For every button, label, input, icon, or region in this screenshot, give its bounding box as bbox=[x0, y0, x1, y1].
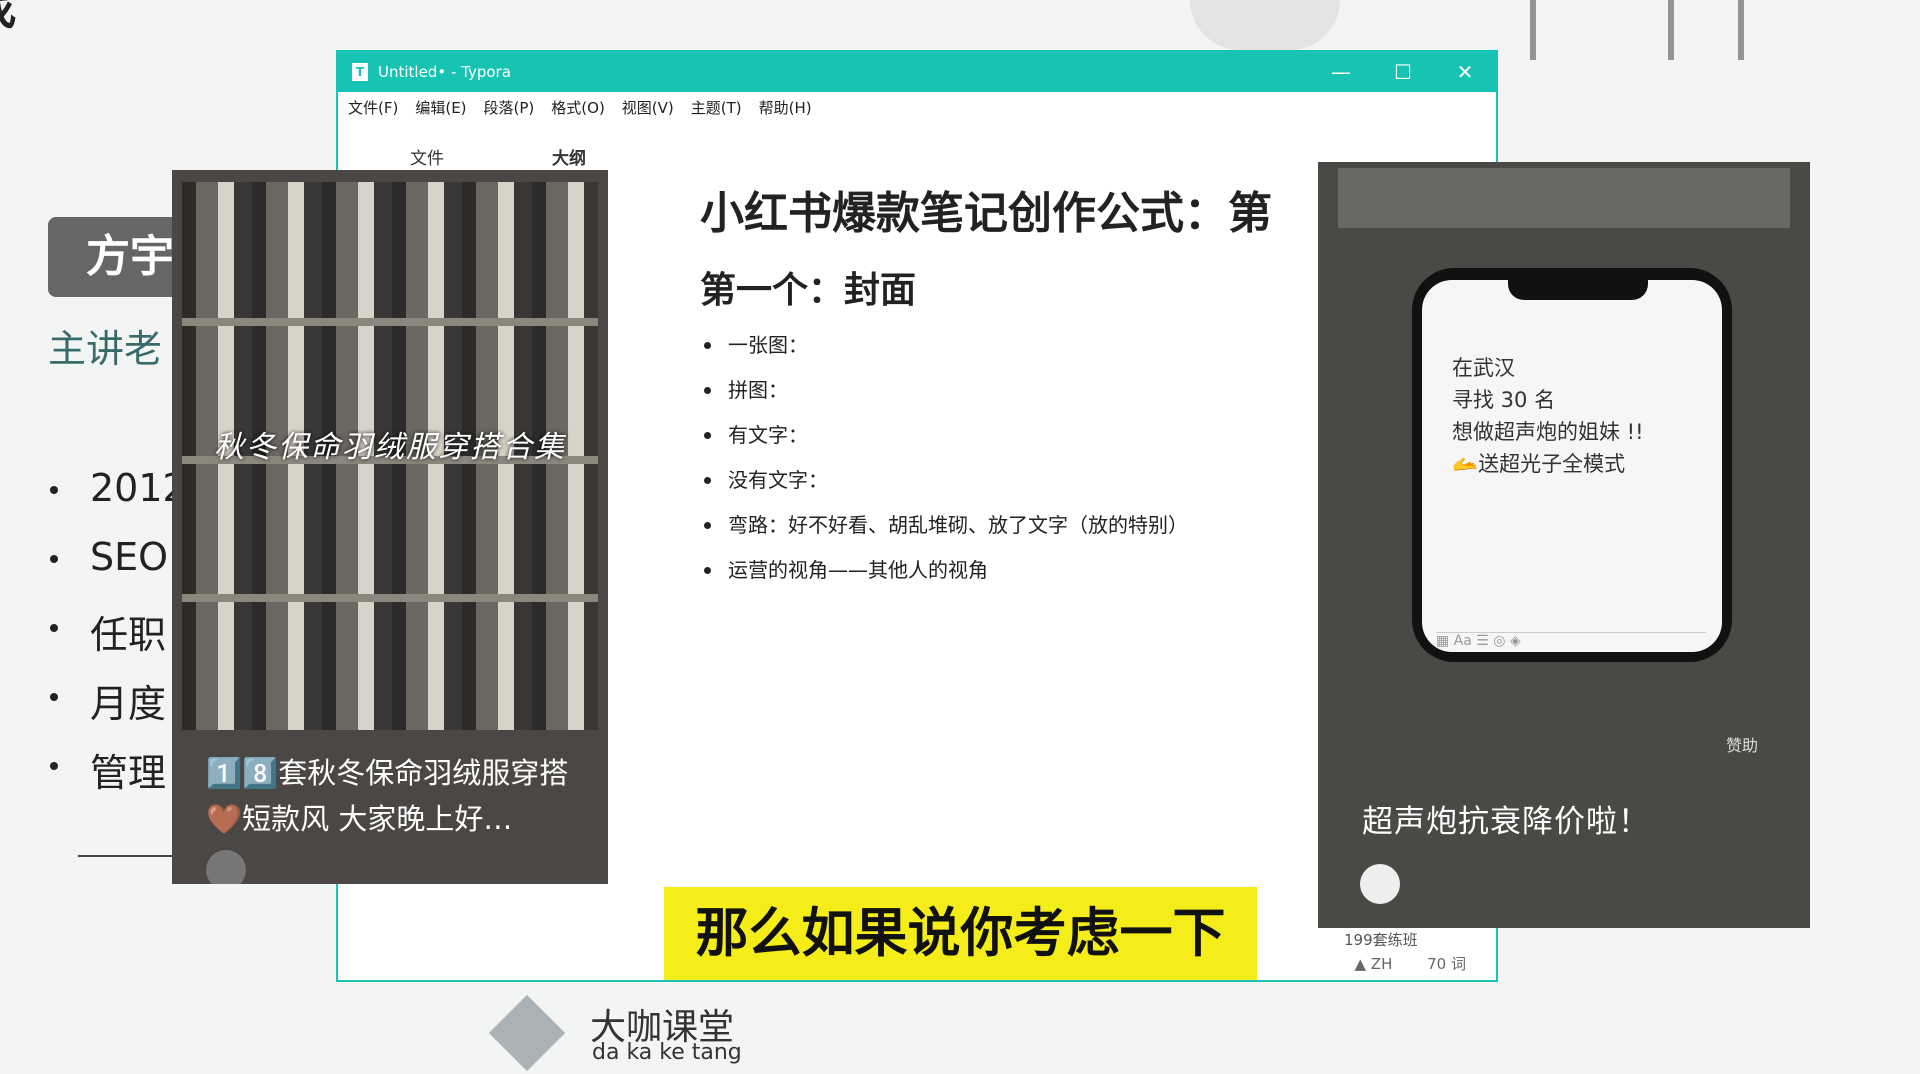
word-count[interactable]: 70 词 bbox=[1427, 955, 1466, 973]
tab-outline[interactable]: 大纲 bbox=[552, 144, 586, 169]
menu-format[interactable]: 格式(O) bbox=[551, 97, 605, 118]
phone-text-line: 在武汉 bbox=[1452, 356, 1515, 380]
decorative-line bbox=[1738, 0, 1744, 60]
sponsor-label: 赞助 bbox=[1726, 736, 1759, 755]
brand-pinyin: da ka ke tang bbox=[592, 1040, 742, 1065]
menu-edit[interactable]: 编辑(E) bbox=[415, 97, 466, 118]
language-indicator[interactable]: ▲ ZH bbox=[1355, 955, 1393, 973]
phone-note-text: 在武汉 寻找 30 名 想做超声炮的姐妹 !! 🫴送超光子全模式 bbox=[1452, 352, 1644, 480]
list-item[interactable]: 有文字： bbox=[700, 421, 1272, 466]
avatar bbox=[206, 850, 246, 884]
phone-text-line: 🫴送超光子全模式 bbox=[1452, 452, 1626, 476]
menu-bar: 文件(F) 编辑(E) 段落(P) 格式(O) 视图(V) 主题(T) 帮助(H… bbox=[338, 92, 1496, 122]
tab-files[interactable]: 文件 bbox=[410, 144, 444, 169]
slide-bullet: 月度 bbox=[44, 673, 187, 742]
menu-help[interactable]: 帮助(H) bbox=[759, 97, 812, 118]
slide-bullet: 任职 bbox=[44, 604, 187, 673]
menu-file[interactable]: 文件(F) bbox=[348, 97, 398, 118]
brand-logo-icon bbox=[488, 994, 580, 1072]
phone-toolbar: ▦ Aa ☰ ◎ ◈ bbox=[1436, 632, 1706, 651]
list-item[interactable]: 拼图： bbox=[700, 376, 1272, 421]
note-description: 1️⃣8️⃣套秋冬保命羽绒服穿搭🤎短款风 大家晚上好… bbox=[206, 756, 569, 836]
title-bar[interactable]: T Untitled• - Typora — ☐ ✕ bbox=[338, 52, 1496, 92]
card-footer-text: 199套练班 bbox=[1344, 931, 1418, 949]
cover-caption: 秋冬保命羽绒服穿搭合集 bbox=[214, 430, 566, 465]
close-button[interactable]: ✕ bbox=[1434, 60, 1496, 84]
document-heading-2[interactable]: 第一个：封面 bbox=[700, 261, 1272, 313]
window-title: Untitled• - Typora bbox=[378, 63, 511, 81]
maximize-button[interactable]: ☐ bbox=[1372, 60, 1434, 84]
photo-row-divider bbox=[182, 318, 598, 326]
list-item[interactable]: 一张图： bbox=[700, 331, 1272, 376]
typora-app-icon: T bbox=[352, 63, 368, 81]
document-list: 一张图： 拼图： 有文字： 没有文字： 弯路：好不好看、胡乱堆砌、放了文字（放的… bbox=[700, 331, 1272, 601]
avatar bbox=[1360, 864, 1400, 904]
slide-bullet: SEO bbox=[44, 535, 187, 604]
photo-row-divider bbox=[182, 594, 598, 602]
decorative-line bbox=[1530, 0, 1536, 60]
menu-paragraph[interactable]: 段落(P) bbox=[484, 97, 535, 118]
list-item[interactable]: 弯路：好不好看、胡乱堆砌、放了文字（放的特别） bbox=[700, 511, 1272, 556]
presenter-label: 主讲老 bbox=[48, 327, 163, 371]
menu-view[interactable]: 视图(V) bbox=[622, 97, 674, 118]
slide-bullet: 2012 bbox=[44, 466, 187, 535]
menu-theme[interactable]: 主题(T) bbox=[691, 97, 742, 118]
video-subtitle: 那么如果说你考虑一下 bbox=[664, 887, 1257, 980]
list-item[interactable]: 没有文字： bbox=[700, 466, 1272, 511]
minimize-button[interactable]: — bbox=[1310, 60, 1372, 84]
phone-text-line: 寻找 30 名 bbox=[1452, 388, 1556, 412]
slide-bullet: 管理 bbox=[44, 742, 187, 811]
editor-document[interactable]: 小红书爆款笔记创作公式：第 第一个：封面 一张图： 拼图： 有文字： 没有文字：… bbox=[700, 177, 1272, 601]
card-header-image bbox=[1338, 168, 1790, 228]
document-heading-1[interactable]: 小红书爆款笔记创作公式：第 bbox=[700, 177, 1272, 241]
phone-notch bbox=[1508, 272, 1648, 300]
sidebar-tabs: 文件 大纲 bbox=[338, 132, 598, 172]
decorative-line bbox=[1668, 0, 1674, 60]
phone-text-line: 想做超声炮的姐妹 !! bbox=[1452, 420, 1644, 444]
note-card-left: 秋冬保命羽绒服穿搭合集 1️⃣8️⃣套秋冬保命羽绒服穿搭🤎短款风 大家晚上好… bbox=[172, 170, 608, 884]
note-title: 超声炮抗衰降价啦！ bbox=[1362, 804, 1650, 840]
slide-title: 找 bbox=[0, 0, 16, 38]
note-card-right: 在武汉 寻找 30 名 想做超声炮的姐妹 !! 🫴送超光子全模式 ▦ Aa ☰ … bbox=[1318, 162, 1810, 928]
slide-bullet-list: 2012 SEO 任职 月度 管理 bbox=[44, 466, 187, 811]
status-bar: ▲ ZH 70 词 bbox=[1325, 953, 1467, 974]
list-item[interactable]: 运营的视角——其他人的视角 bbox=[700, 556, 1272, 601]
decorative-shape bbox=[1190, 0, 1340, 50]
